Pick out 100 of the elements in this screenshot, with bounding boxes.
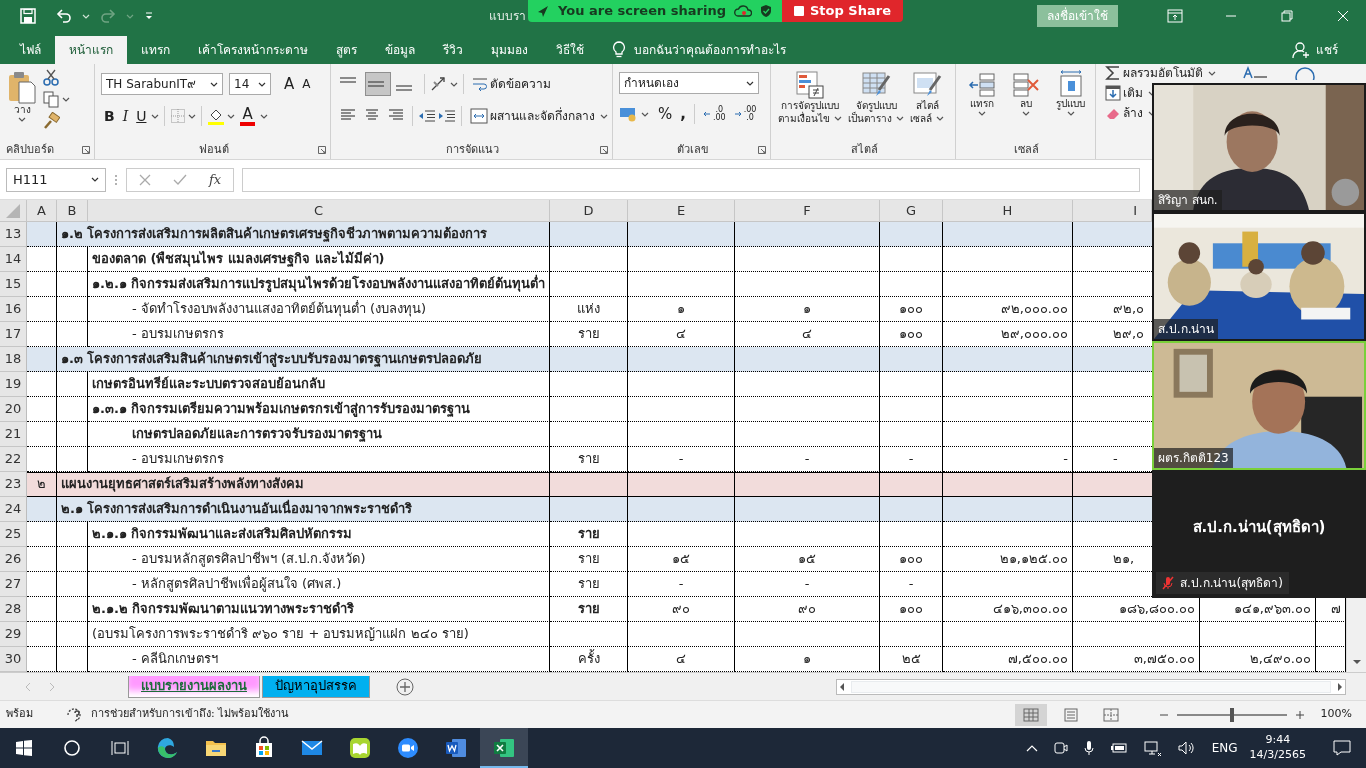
caret-icon[interactable] [641, 111, 649, 117]
close-icon[interactable] [1337, 10, 1349, 22]
row-header[interactable]: 13 [0, 222, 27, 247]
share-button[interactable]: แชร์ [1286, 36, 1344, 64]
caret-icon[interactable] [450, 81, 458, 87]
battery-icon[interactable] [1109, 742, 1128, 754]
cells-button[interactable]: แทรก [967, 68, 997, 141]
underline-button[interactable]: U [133, 104, 150, 128]
row-header[interactable]: 21 [0, 422, 27, 447]
caret-icon[interactable] [18, 116, 26, 122]
caret-icon[interactable] [834, 116, 842, 122]
row-header[interactable]: 17 [0, 322, 27, 347]
fill-button[interactable]: เติม [1102, 84, 1146, 102]
row-header[interactable]: 24 [0, 497, 27, 522]
scissors-icon[interactable] [42, 68, 60, 86]
number-format-field[interactable]: กำหนดเอง [619, 72, 759, 94]
percent-button[interactable]: % [655, 102, 676, 126]
caret-icon[interactable] [936, 116, 944, 122]
zoom-level[interactable]: 100% [1320, 706, 1352, 723]
dialog-launcher-icon[interactable] [600, 146, 608, 154]
row-header[interactable]: 15 [0, 272, 27, 297]
ribbon-tab[interactable]: ข้อมูล [371, 36, 429, 64]
ribbon-tab[interactable]: สูตร [322, 36, 371, 64]
orientation-icon[interactable] [430, 76, 448, 92]
customize-icon[interactable] [144, 11, 154, 21]
row-header[interactable]: 23 [0, 472, 27, 497]
vertical-align-button[interactable] [365, 72, 391, 96]
cells-button[interactable]: ลบ [1011, 68, 1041, 141]
dialog-launcher-icon[interactable] [318, 146, 326, 154]
row-header[interactable]: 22 [0, 447, 27, 472]
font-size-field[interactable]: 14 [229, 73, 271, 95]
stop-share-button[interactable]: Stop Share [782, 0, 903, 22]
notification-icon[interactable] [1333, 740, 1351, 756]
row-header[interactable]: 19 [0, 372, 27, 397]
windows-start-icon[interactable] [15, 739, 33, 757]
row-header[interactable]: 30 [0, 647, 27, 672]
chevron-up-icon[interactable] [1025, 744, 1038, 752]
caret-icon[interactable] [978, 110, 986, 116]
zoom-slider-thumb[interactable] [1229, 707, 1234, 722]
clear-button[interactable]: ล้าง [1102, 104, 1146, 122]
caret-icon[interactable] [1022, 110, 1030, 116]
row-header[interactable]: 18 [0, 347, 27, 372]
ribbon-tab[interactable]: วิธีใช้ [542, 36, 598, 64]
styles-button[interactable]: สไตล์ เซลล์ [909, 68, 945, 141]
camera-icon[interactable] [1053, 740, 1068, 756]
network-icon[interactable] [1143, 740, 1162, 756]
dialog-launcher-icon[interactable] [82, 146, 90, 154]
caret-icon[interactable] [91, 177, 99, 182]
format-painter-icon[interactable] [42, 112, 60, 130]
row-header[interactable]: 25 [0, 522, 27, 547]
increase-indent-icon[interactable] [438, 108, 457, 124]
merge-center-button[interactable]: ผสานและจัดกึ่งกลาง [467, 104, 598, 128]
save-icon[interactable] [20, 8, 36, 24]
styles-button[interactable]: จัดรูปแบบ เป็นตาราง [847, 68, 905, 141]
autosum-button[interactable]: ผลรวมอัตโนมัติ [1102, 64, 1206, 82]
row-header[interactable]: 20 [0, 397, 27, 422]
caret-icon[interactable] [1208, 70, 1216, 76]
ribbon-tab[interactable]: มุมมอง [477, 36, 542, 64]
shrink-font-button[interactable]: A [299, 72, 314, 96]
row-header[interactable]: 27 [0, 572, 27, 597]
sheet-tab[interactable]: แบบรายงานผลงาน [128, 675, 260, 698]
caret-icon[interactable] [746, 80, 754, 86]
caret-icon[interactable] [210, 81, 218, 87]
caret-icon[interactable] [896, 116, 904, 122]
dialog-launcher-icon[interactable] [758, 146, 766, 154]
bold-button[interactable]: B [101, 104, 118, 128]
caret-icon[interactable] [259, 113, 268, 119]
row-header[interactable]: 14 [0, 247, 27, 272]
row-header[interactable]: 26 [0, 547, 27, 572]
sort-icon[interactable] [1242, 66, 1268, 80]
caret-icon[interactable] [258, 81, 266, 87]
microphone-icon[interactable] [1083, 740, 1094, 756]
caret-icon[interactable] [151, 113, 160, 119]
zoom-in-icon[interactable] [1294, 709, 1305, 720]
insert-function-button[interactable]: fx [209, 169, 222, 190]
row-header[interactable]: 16 [0, 297, 27, 322]
formula-input[interactable] [242, 167, 1141, 192]
fill-color-icon[interactable] [207, 107, 226, 125]
italic-button[interactable]: I [119, 104, 132, 128]
caret-icon[interactable] [227, 113, 236, 119]
ribbon-tab[interactable]: ไฟล์ [6, 36, 55, 64]
horizontal-scrollbar[interactable] [836, 678, 1346, 695]
caret-icon[interactable] [188, 113, 197, 119]
name-box[interactable]: H111 [6, 167, 106, 192]
cells-button[interactable]: รูปแบบ [1055, 68, 1086, 141]
styles-button[interactable]: การจัดรูปแบบ ตามเงื่อนไข [777, 68, 843, 141]
input-language[interactable]: ENG [1211, 739, 1238, 757]
tell-me-field[interactable]: บอกฉันว่าคุณต้องการทำอะไร [634, 41, 786, 59]
volume-icon[interactable] [1177, 740, 1196, 756]
sheet-tab[interactable]: ปัญหาอุปสรรค [262, 675, 370, 698]
view-button[interactable] [1014, 703, 1047, 726]
comma-button[interactable]: , [677, 102, 689, 126]
paste-button[interactable]: วาง [6, 68, 38, 141]
decrease-decimal-button[interactable]: .00 .0 [730, 102, 760, 126]
vertical-scrollbar[interactable] [1346, 598, 1366, 672]
decrease-indent-icon[interactable] [418, 108, 437, 124]
scrollbar-thumb[interactable] [851, 680, 1331, 693]
add-sheet-icon[interactable] [396, 677, 414, 696]
font-name-field[interactable]: TH SarabunIT๙ [101, 73, 223, 95]
ribbon-display-icon[interactable] [1167, 9, 1183, 23]
